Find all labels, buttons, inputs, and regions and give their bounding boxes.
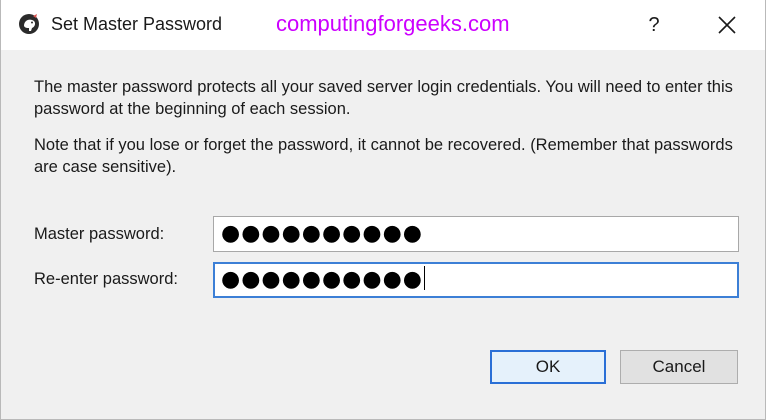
master-password-label: Master password: <box>34 225 165 243</box>
text-caret <box>423 266 426 290</box>
ok-button[interactable]: OK <box>490 350 606 384</box>
master-password-value: ●●●●●●●●●● <box>221 221 423 246</box>
close-icon <box>718 16 736 34</box>
reenter-password-value: ●●●●●●●●●● <box>221 267 423 292</box>
close-button[interactable] <box>703 0 751 50</box>
cancel-button[interactable]: Cancel <box>620 350 738 384</box>
master-password-input[interactable]: ●●●●●●●●●● <box>213 216 739 252</box>
pgadmin-elephant-icon <box>19 14 39 34</box>
description-warning: Note that if you lose or forget the pass… <box>34 136 733 176</box>
set-master-password-dialog: Set Master Password computingforgeeks.co… <box>0 0 766 420</box>
reenter-password-input[interactable]: ●●●●●●●●●● <box>213 262 739 298</box>
reenter-password-label: Re-enter password: <box>34 270 178 288</box>
watermark-text: computingforgeeks.com <box>276 11 510 36</box>
window-title: Set Master Password <box>51 14 223 34</box>
description-protect: The master password protects all your sa… <box>34 78 733 118</box>
help-button[interactable]: ? <box>632 0 676 50</box>
title-bar[interactable]: Set Master Password computingforgeeks.co… <box>1 0 765 50</box>
